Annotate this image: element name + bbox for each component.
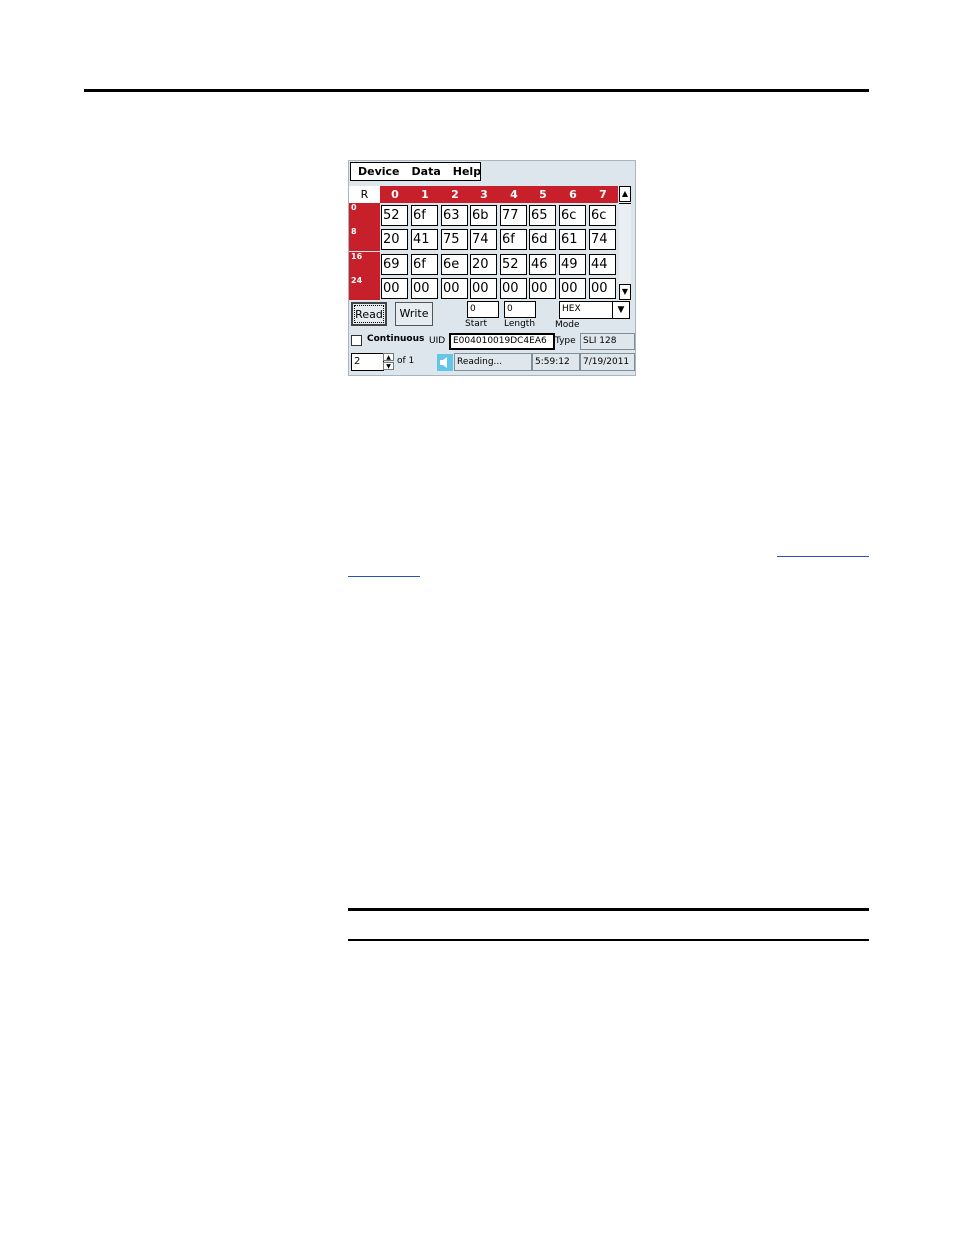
data-cell[interactable]: 65 xyxy=(529,205,556,226)
scroll-up-icon[interactable]: ▲ xyxy=(619,186,631,202)
uid-field[interactable]: E004010019DC4EA6 xyxy=(449,333,555,350)
status-date: 7/19/2011 xyxy=(580,353,635,371)
start-label: Start xyxy=(465,319,487,329)
row-header: 8 xyxy=(349,227,380,251)
menu-bar: Device Data Help xyxy=(350,162,481,181)
menu-data[interactable]: Data xyxy=(406,165,447,178)
data-cell[interactable]: 52 xyxy=(381,205,408,226)
top-rule xyxy=(84,89,869,92)
data-cell[interactable]: 6d xyxy=(529,229,556,250)
data-cell[interactable]: 00 xyxy=(411,278,438,299)
status-message: Reading... xyxy=(454,353,532,371)
continuous-label: Continuous xyxy=(367,334,425,344)
data-cell[interactable]: 46 xyxy=(529,254,556,275)
mode-select[interactable]: HEX ▼ xyxy=(559,301,630,319)
data-cell[interactable]: 00 xyxy=(500,278,527,299)
mode-selected-value: HEX xyxy=(562,304,581,314)
status-bar: 2 ▲ ▼ of 1 Reading... 5:59:12 7/19/2011 xyxy=(349,351,635,375)
data-cell[interactable]: 6f xyxy=(411,254,438,275)
length-input[interactable]: 0 xyxy=(504,301,536,318)
menu-help[interactable]: Help xyxy=(447,165,487,178)
data-cell[interactable]: 00 xyxy=(470,278,497,299)
data-cell[interactable]: 00 xyxy=(381,278,408,299)
page-count: of 1 xyxy=(397,356,415,366)
type-label: Type xyxy=(555,336,576,346)
data-cell[interactable]: 6c xyxy=(559,205,586,226)
data-cell[interactable]: 63 xyxy=(441,205,468,226)
link-underline-continued[interactable] xyxy=(348,576,420,577)
write-button[interactable]: Write xyxy=(395,302,433,326)
data-cell[interactable]: 75 xyxy=(441,229,468,250)
column-header: 6 xyxy=(558,186,588,203)
page-input[interactable]: 2 xyxy=(351,353,384,371)
data-cell[interactable]: 74 xyxy=(470,229,497,250)
grid-scrollbar[interactable]: ▲ ▼ xyxy=(619,186,631,301)
data-cell[interactable]: 20 xyxy=(470,254,497,275)
link-underline[interactable] xyxy=(777,556,869,557)
data-cell[interactable]: 00 xyxy=(529,278,556,299)
data-cell[interactable]: 49 xyxy=(559,254,586,275)
spin-down-icon[interactable]: ▼ xyxy=(383,362,394,370)
scroll-down-icon[interactable]: ▼ xyxy=(619,284,631,300)
table-bottom-rule xyxy=(348,939,869,941)
status-time: 5:59:12 xyxy=(532,353,580,371)
start-input[interactable]: 0 xyxy=(467,301,499,318)
column-header: 0 xyxy=(380,186,410,203)
type-field: SLI 128 xyxy=(580,333,635,350)
length-label: Length xyxy=(504,319,536,329)
data-cell[interactable]: 74 xyxy=(589,229,616,250)
data-cell[interactable]: 61 xyxy=(559,229,586,250)
mode-label: Mode xyxy=(555,320,580,330)
read-button[interactable]: Read xyxy=(351,302,387,326)
row-header: 24 xyxy=(349,276,380,300)
column-header: 4 xyxy=(499,186,529,203)
data-cell[interactable]: 00 xyxy=(589,278,616,299)
data-cell[interactable]: 6b xyxy=(470,205,497,226)
row-header: 16 xyxy=(349,252,380,276)
column-header: 5 xyxy=(528,186,558,203)
spin-up-icon[interactable]: ▲ xyxy=(383,353,394,361)
menu-device[interactable]: Device xyxy=(351,165,406,178)
column-header: 7 xyxy=(588,186,618,203)
row-header: 0 xyxy=(349,203,380,227)
data-cell[interactable]: 6f xyxy=(500,229,527,250)
data-cell[interactable]: 52 xyxy=(500,254,527,275)
data-cell[interactable]: 6e xyxy=(441,254,468,275)
speaker-icon[interactable] xyxy=(437,354,453,371)
column-header: 2 xyxy=(440,186,470,203)
data-cell[interactable]: 00 xyxy=(441,278,468,299)
data-cell[interactable]: 77 xyxy=(500,205,527,226)
column-header: 1 xyxy=(410,186,440,203)
data-cell[interactable]: 44 xyxy=(589,254,616,275)
column-header: 3 xyxy=(469,186,499,203)
data-cell[interactable]: 6f xyxy=(411,205,438,226)
continuous-checkbox[interactable] xyxy=(351,335,362,346)
data-cell[interactable]: 6c xyxy=(589,205,616,226)
chevron-down-icon[interactable]: ▼ xyxy=(612,302,629,318)
data-cell[interactable]: 00 xyxy=(559,278,586,299)
scroll-thumb[interactable] xyxy=(619,203,631,204)
table-top-rule xyxy=(348,908,869,911)
data-cell[interactable]: 69 xyxy=(381,254,408,275)
uid-label: UID xyxy=(429,336,446,346)
rfid-reader-app-window: Device Data Help R 0 1 2 3 4 5 6 7 0 52 … xyxy=(348,160,636,376)
grid-corner-label: R xyxy=(349,186,380,203)
data-cell[interactable]: 41 xyxy=(411,229,438,250)
data-cell[interactable]: 20 xyxy=(381,229,408,250)
